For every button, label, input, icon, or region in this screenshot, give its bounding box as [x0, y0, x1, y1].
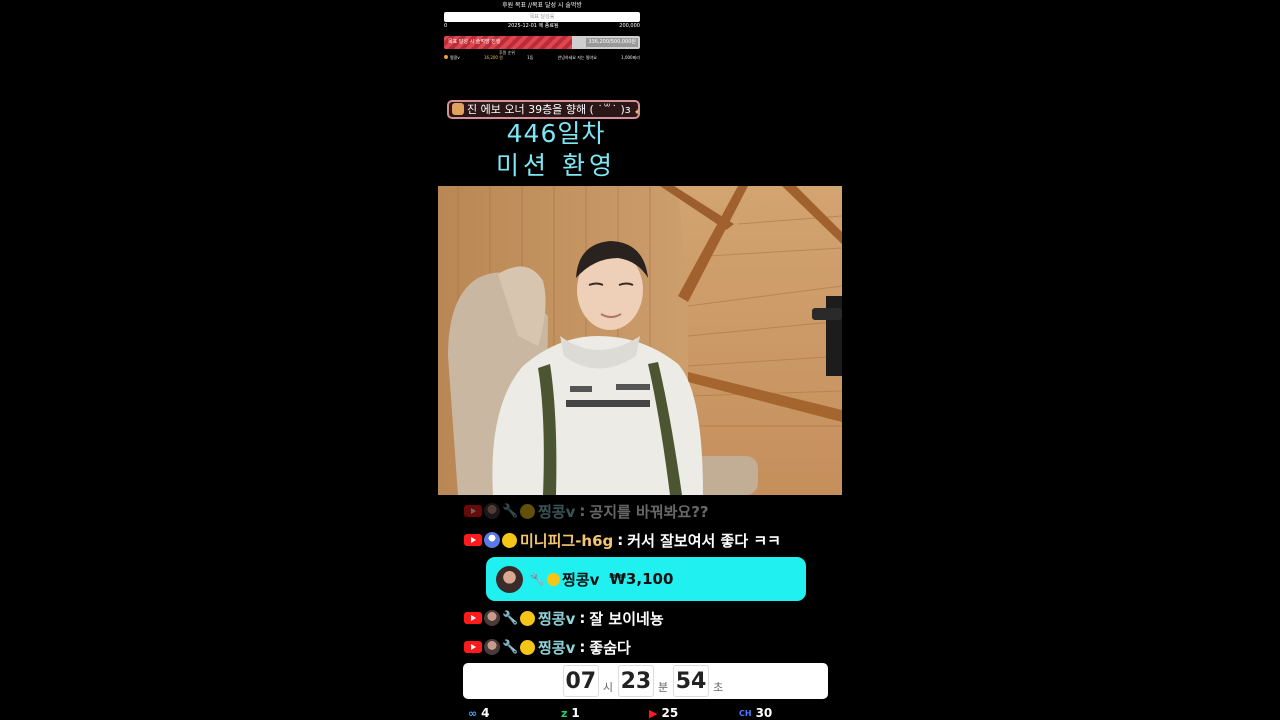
avatar [484, 532, 500, 548]
timer-hours-unit: 시 [602, 681, 613, 694]
goal-bar-text: 목표 달성률 [529, 14, 555, 20]
chat-separator: : [579, 638, 586, 656]
stat-youtube: ▶ 25 [649, 705, 678, 720]
smile-badge-icon [520, 503, 535, 519]
donation-alert: 🔧 찡콩v ₩3,100 [486, 557, 806, 601]
zigzag-icon: z [561, 706, 568, 720]
chat-nick: 찡콩v [538, 638, 576, 657]
youtube-icon: ▶ [649, 706, 658, 720]
goal-top-amount: 16,200 원 [483, 55, 503, 60]
webcam-video [438, 186, 842, 495]
chat-message: 🔧 찡콩v : 공지를 바꿔봐요?? [464, 500, 709, 522]
goal-progress-bar: 목표 달성 시 술먹방 진행 336,200/500,000원 [444, 36, 640, 49]
goal-rank: 1등 [527, 55, 534, 60]
timer-seconds: 54 [673, 665, 710, 697]
chat-text: 커서 잘보여서 좋다 ㅋㅋ [627, 531, 781, 550]
timer-minutes: 23 [617, 665, 654, 697]
chat-nick: 미니피그-h6g [520, 531, 614, 550]
smile-badge-icon [520, 610, 535, 626]
chat-nick: 찡콩v [538, 502, 576, 521]
chat-separator: : [579, 609, 586, 627]
donation-nick: 찡콩v [562, 570, 600, 589]
goal-progress-label: 목표 달성 시 술먹방 진행 [448, 39, 501, 45]
stat-value: 4 [481, 706, 490, 720]
youtube-icon [464, 641, 482, 653]
stat-infinity: ∞ 4 [468, 705, 490, 720]
goal-right-value: 1,000찌리 [621, 55, 640, 60]
banner-text: 진 에보 오너 39층을 향해 ( ˙꒳˙ )з [467, 103, 635, 116]
uptime-timer: 07 시 23 분 54 초 [463, 663, 828, 699]
chat-nick: 찡콩v [538, 609, 576, 628]
goal-end-date: 2025-12-01 에 종료됨 [507, 23, 559, 29]
youtube-icon [464, 534, 482, 546]
chat-message: 미니피그-h6g : 커서 잘보여서 좋다 ㅋㅋ [464, 529, 781, 551]
timer-hours: 07 [562, 665, 599, 697]
wrench-icon: 🔧 [502, 503, 519, 519]
wrench-icon: 🔧 [502, 639, 519, 655]
timer-seconds-unit: 초 [713, 681, 724, 694]
stat-value: 25 [661, 706, 679, 720]
chat-text: 좋숨다 [589, 638, 631, 657]
wrench-icon: 🔧 [502, 610, 519, 626]
goal-scale: 0 2025-12-01 에 종료됨 200,000 [444, 23, 640, 30]
smile-badge-icon [547, 572, 560, 586]
chat-separator: : [617, 531, 624, 549]
donation-amount: ₩3,100 [609, 570, 674, 588]
goal-footer: 찡콩v 16,200 원 1등 안녕하세요 저는 찡야요 1,000찌리 [444, 55, 640, 61]
day-count: 446일차 [506, 119, 606, 148]
sparkle-icon: ✨ [634, 103, 638, 116]
chat-text: 잘 보이네뇽 [589, 609, 664, 628]
goal-bar: 목표 달성률 [444, 12, 640, 22]
goal-scale-min: 0 [444, 23, 448, 29]
avatar [484, 639, 500, 655]
goal-title: 후원 목표 //목표 달성 시 술먹방 [502, 2, 582, 9]
stat-zigzag: z 1 [561, 705, 580, 720]
smile-badge-icon [502, 532, 517, 548]
youtube-icon [464, 612, 482, 624]
donor-avatar [496, 565, 523, 593]
stat-chzzk: CH 30 [739, 705, 772, 720]
avatar [484, 503, 500, 519]
mission-text: 미션 환영 [496, 151, 616, 180]
goal-note: 안녕하세요 저는 찡야요 [557, 55, 597, 60]
avatar [484, 610, 500, 626]
chzzk-icon: CH [739, 708, 752, 718]
webcam-scene [438, 186, 842, 495]
goal-progress-value: 336,200/500,000원 [586, 38, 638, 47]
wrench-icon: 🔧 [529, 572, 545, 586]
goal-top-donor: 찡콩v [444, 55, 460, 61]
timer-minutes-unit: 분 [657, 681, 669, 694]
infinity-icon: ∞ [468, 706, 478, 720]
stat-value: 1 [571, 706, 580, 720]
youtube-icon [464, 505, 482, 517]
cat-face-icon [452, 103, 464, 115]
goal-scale-max: 200,000 [619, 23, 640, 29]
donation-goal-widget: 후원 목표 //목표 달성 시 술먹방 목표 달성률 0 2025-12-01 … [444, 2, 640, 64]
chat-separator: : [579, 502, 586, 520]
chat-message: 🔧 찡콩v : 좋숨다 [464, 636, 631, 658]
chat-message: 🔧 찡콩v : 잘 보이네뇽 [464, 607, 664, 629]
smile-badge-icon [520, 639, 535, 655]
coin-icon [444, 55, 448, 59]
notice-banner: 진 에보 오너 39층을 향해 ( ˙꒳˙ )з ✨ [447, 100, 640, 119]
chat-text: 공지를 바꿔봐요?? [589, 502, 709, 521]
stat-value: 30 [755, 706, 773, 720]
